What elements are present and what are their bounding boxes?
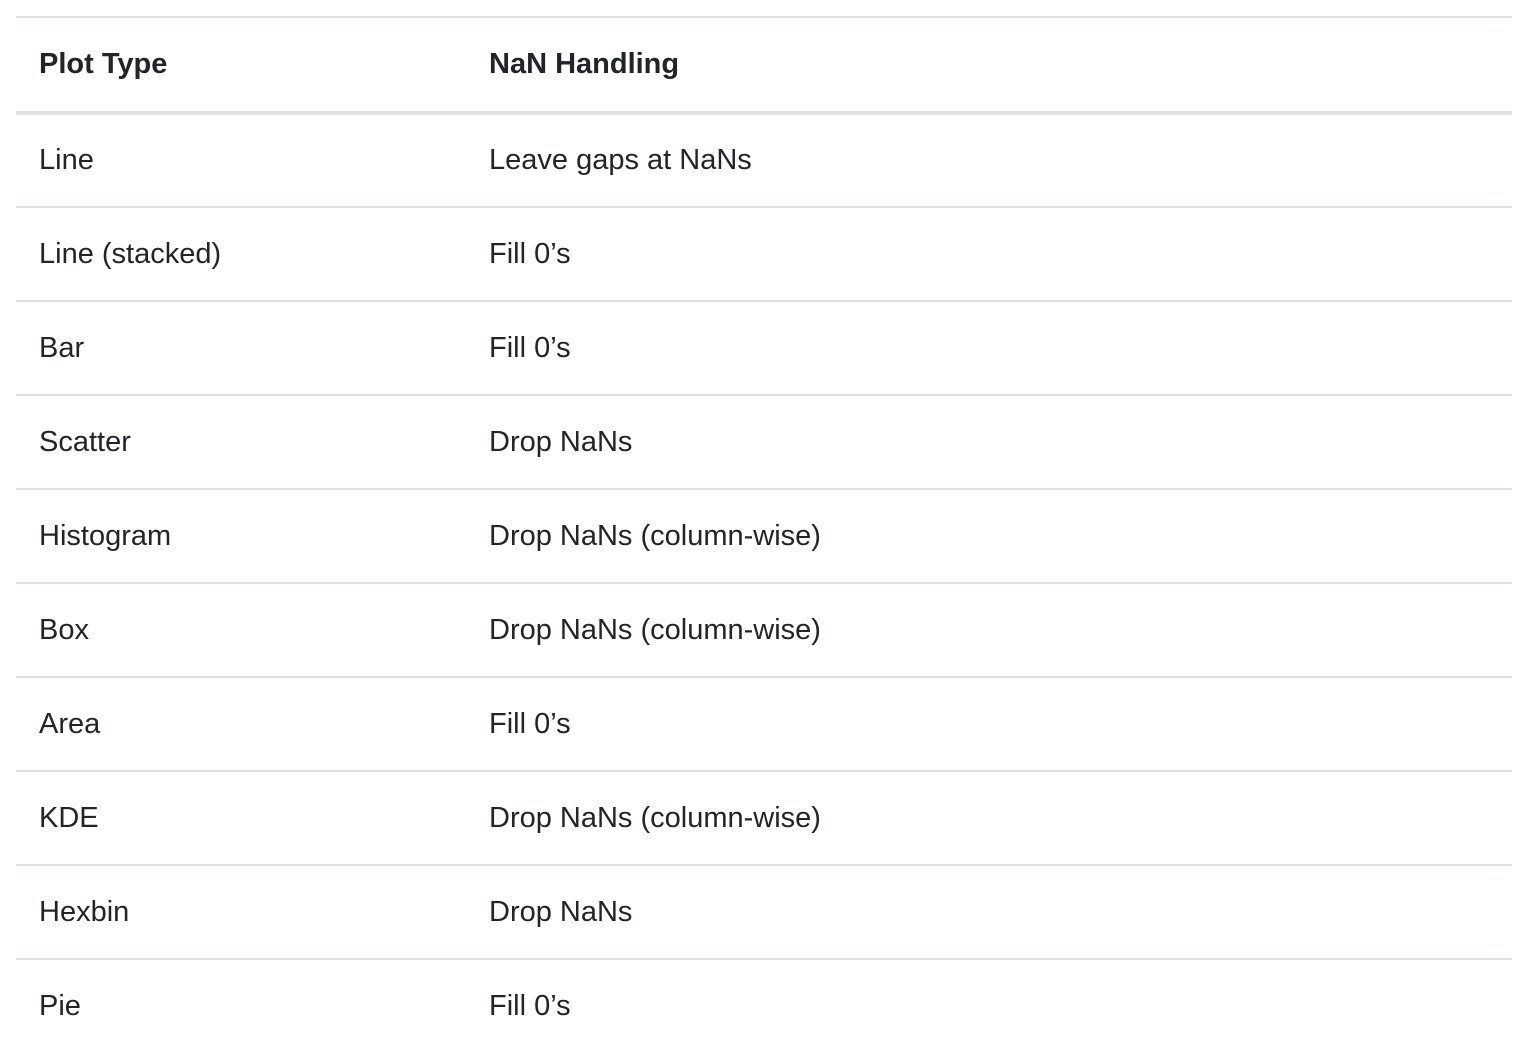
table-row: Line Leave gaps at NaNs (16, 113, 1512, 208)
cell-plot-type: Bar (16, 301, 466, 396)
table-row: Bar Fill 0’s (16, 301, 1512, 396)
column-header-nan-handling: NaN Handling (466, 16, 1512, 115)
cell-nan-handling: Drop NaNs (466, 865, 1512, 960)
cell-plot-type: KDE (16, 771, 466, 866)
table-row: Scatter Drop NaNs (16, 395, 1512, 490)
cell-plot-type: Histogram (16, 489, 466, 584)
cell-nan-handling: Drop NaNs (column-wise) (466, 583, 1512, 678)
cell-nan-handling: Drop NaNs (column-wise) (466, 771, 1512, 866)
cell-nan-handling: Drop NaNs (466, 395, 1512, 490)
cell-plot-type: Pie (39, 990, 81, 1022)
cell-nan-handling: Fill 0’s (466, 301, 1512, 396)
cell-plot-type: Box (16, 583, 466, 678)
table-row: Pie Fill 0’s (16, 959, 1512, 1053)
cell-plot-type: Scatter (16, 395, 466, 490)
table-row: Histogram Drop NaNs (column-wise) (16, 489, 1512, 584)
cell-nan-handling: Drop NaNs (column-wise) (466, 489, 1512, 584)
cell-nan-handling: Fill 0’s (489, 990, 571, 1022)
cell-plot-type: Line (16, 113, 466, 208)
table-row: Hexbin Drop NaNs (16, 865, 1512, 960)
nan-handling-table-container: Plot Type NaN Handling Line Leave gaps a… (16, 16, 1512, 1053)
cell-plot-type: Hexbin (16, 865, 466, 960)
cell-plot-type: Line (stacked) (16, 207, 466, 302)
table-row: Area Fill 0’s (16, 677, 1512, 772)
cell-plot-type: Area (16, 677, 466, 772)
table-row: KDE Drop NaNs (column-wise) (16, 771, 1512, 866)
cell-nan-handling: Leave gaps at NaNs (466, 113, 1512, 208)
table-header-row: Plot Type NaN Handling (16, 16, 1512, 115)
table-row: Box Drop NaNs (column-wise) (16, 583, 1512, 678)
nan-handling-table: Plot Type NaN Handling Line Leave gaps a… (16, 16, 1512, 1053)
column-header-plot-type: Plot Type (16, 16, 466, 115)
cell-nan-handling: Fill 0’s (466, 677, 1512, 772)
cell-nan-handling: Fill 0’s (466, 207, 1512, 302)
table-row: Line (stacked) Fill 0’s (16, 207, 1512, 302)
